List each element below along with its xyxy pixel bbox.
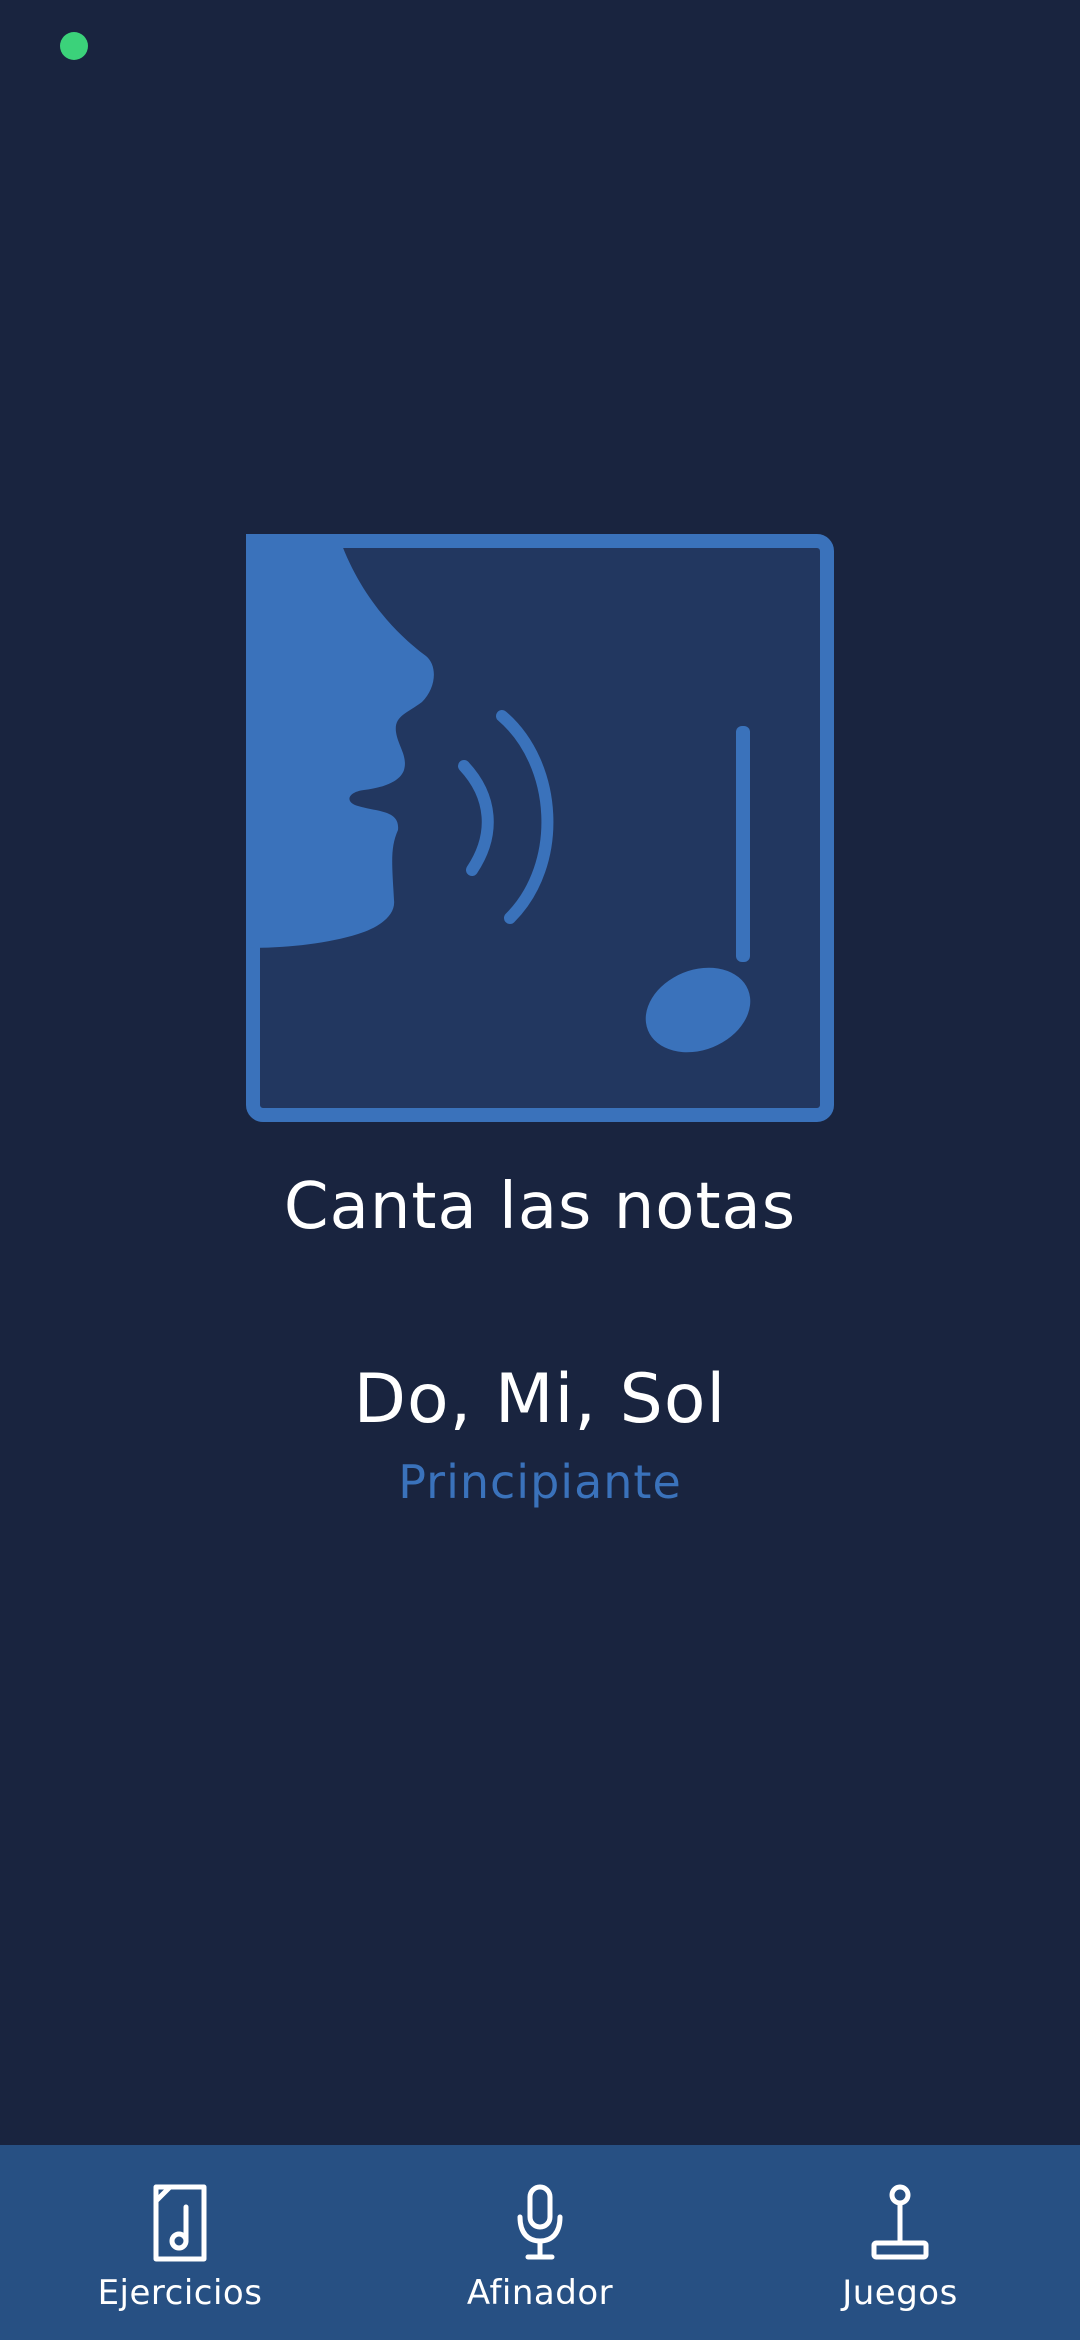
game-title: Canta las notas — [283, 1170, 797, 1244]
status-indicator — [60, 32, 88, 60]
singing-face-note-icon — [246, 534, 834, 1122]
nav-item-afinador[interactable]: Afinador — [360, 2145, 720, 2340]
joystick-icon — [871, 2184, 929, 2260]
exercise-name[interactable]: Do, Mi, Sol — [0, 1360, 1080, 1439]
sheet-music-icon — [153, 2184, 207, 2262]
nav-label: Juegos — [842, 2273, 958, 2313]
nav-label: Ejercicios — [97, 2273, 263, 2313]
game-screen: Canta las notas Do, Mi, Sol Principiante… — [0, 0, 1080, 2340]
nav-item-juegos[interactable]: Juegos — [720, 2145, 1080, 2340]
bottom-navigation: Ejercicios Afinador Juegos — [0, 2145, 1080, 2340]
nav-label: Afinador — [466, 2273, 614, 2313]
microphone-icon — [517, 2184, 563, 2260]
level-label: Principiante — [398, 1455, 682, 1509]
nav-item-ejercicios[interactable]: Ejercicios — [0, 2145, 360, 2340]
